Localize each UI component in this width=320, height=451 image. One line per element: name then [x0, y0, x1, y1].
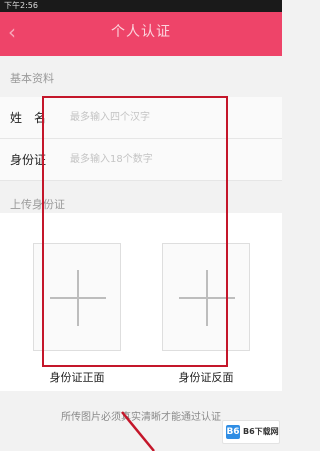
watermark-logo-mark: B6 [226, 425, 240, 439]
back-arrow-icon[interactable]: ‹ [8, 22, 24, 44]
upload-back-caption: 身份证反面 [178, 371, 234, 384]
section-title-upload: 上传身份证 [10, 198, 65, 211]
id-number-input[interactable] [70, 145, 270, 173]
name-row: 姓 名 [0, 97, 282, 139]
section-title-basic: 基本资料 [10, 72, 54, 85]
id-number-row: 身份证 [0, 139, 282, 181]
name-label: 姓 名 [10, 111, 47, 125]
watermark-logo: B6 B6下载网 [222, 420, 280, 444]
id-number-label: 身份证 [10, 153, 47, 167]
watermark-text: B6下载网 [243, 427, 279, 436]
status-bar: 下午2:56 [0, 0, 282, 12]
name-input[interactable] [70, 103, 270, 131]
nav-bar: 个人认证 ‹ [0, 12, 282, 56]
upload-front-button[interactable] [33, 243, 121, 351]
upload-area: 身份证正面 身份证反面 [0, 213, 282, 391]
page-title: 个人认证 [111, 24, 171, 40]
status-time: 下午2:56 [4, 1, 38, 10]
upload-back-button[interactable] [162, 243, 250, 351]
upload-front-caption: 身份证正面 [49, 371, 105, 384]
